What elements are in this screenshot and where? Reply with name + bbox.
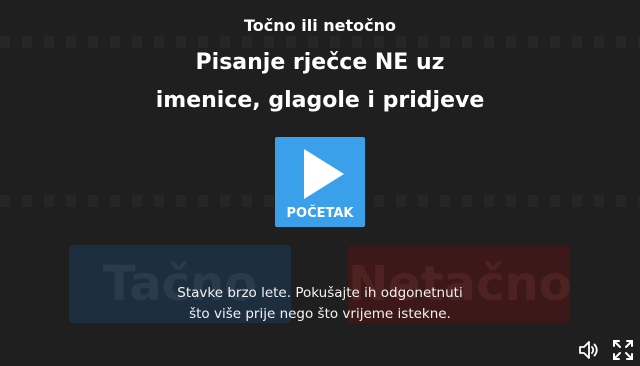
play-icon (304, 149, 344, 199)
title-line-1: Pisanje rječce NE uz (195, 50, 445, 75)
fullscreen-icon[interactable] (612, 339, 634, 361)
activity-type: Točno ili netočno (244, 16, 396, 35)
speaker-icon[interactable] (578, 339, 600, 361)
title-line-2: imenice, glagole i pridjeve (155, 88, 485, 113)
instructions-line-1: Stavke brzo lete. Pokušajte ih odgonetnu… (177, 285, 463, 301)
activity-title: Pisanje rječce NE uz imenice, glagole i … (0, 44, 640, 120)
start-button[interactable]: POČETAK (275, 137, 365, 227)
instructions-line-2: što više prije nego što vrijeme istekne. (189, 306, 451, 322)
instructions-text: Stavke brzo lete. Pokušajte ih odgonetnu… (0, 283, 640, 325)
start-button-label: POČETAK (286, 206, 354, 221)
